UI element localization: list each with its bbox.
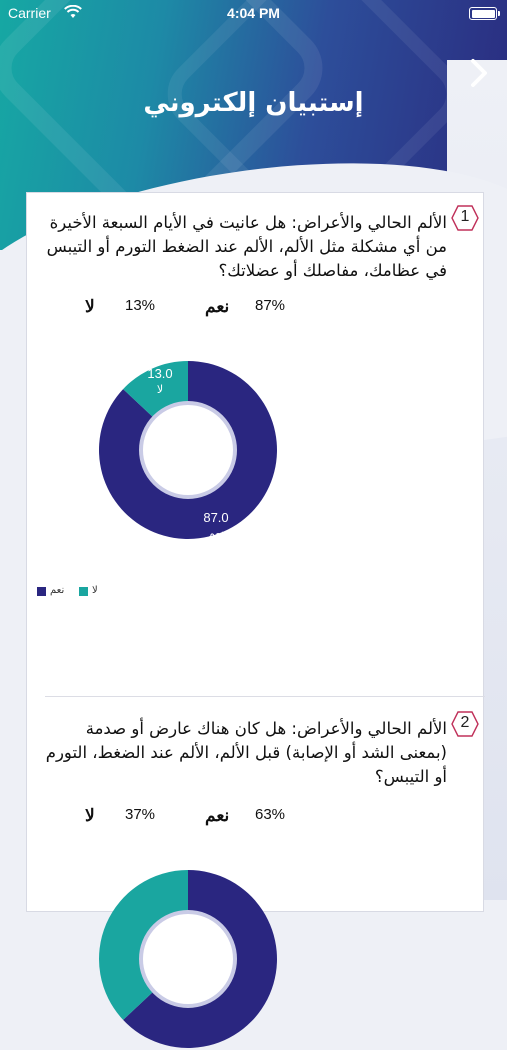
legend-swatch-no bbox=[79, 587, 88, 596]
no-percent: 13% bbox=[125, 297, 156, 314]
question-number-badge: 2 bbox=[451, 711, 479, 737]
yes-percent: 87% bbox=[255, 297, 286, 314]
survey-card: 1 الألم الحالي والأعراض: هل عانيت في الأ… bbox=[26, 192, 485, 1048]
donut-value-label: 13.0 bbox=[147, 366, 172, 381]
donut-hole bbox=[139, 910, 237, 1008]
yes-percent: 63% bbox=[255, 806, 286, 823]
status-bar: Carrier 4:04 PM bbox=[0, 0, 507, 28]
legend-label-no: لا bbox=[92, 585, 98, 596]
question-number-badge: 1 bbox=[451, 205, 479, 231]
donut-value-label: 87.0 bbox=[203, 510, 228, 525]
question-text: الألم الحالي والأعراض: هل عانيت في الأيا… bbox=[46, 213, 447, 280]
page-title: إستبيان إلكتروني bbox=[143, 88, 364, 118]
answer-stats: لا 37% نعم 63% bbox=[27, 806, 485, 830]
yes-label: نعم bbox=[205, 297, 230, 316]
battery-icon bbox=[469, 7, 500, 20]
divider bbox=[45, 696, 485, 697]
yes-label: نعم bbox=[205, 806, 230, 825]
chevron-right-icon[interactable] bbox=[469, 58, 489, 88]
answer-stats: لا 13% نعم 87% bbox=[27, 297, 485, 321]
donut-category-label: نعم bbox=[208, 527, 224, 540]
donut-chart: 87.0 نعم 13.0 لا bbox=[98, 361, 277, 540]
donut-hole bbox=[139, 401, 237, 499]
donut-chart bbox=[99, 870, 277, 1048]
no-percent: 37% bbox=[125, 806, 156, 823]
no-label: لا bbox=[85, 297, 95, 316]
legend-swatch-yes bbox=[37, 587, 46, 596]
no-label: لا bbox=[85, 806, 95, 825]
question-text: الألم الحالي والأعراض: هل كان هناك عارض … bbox=[45, 719, 447, 786]
legend-label-yes: نعم bbox=[50, 585, 65, 596]
donut-category-label: لا bbox=[157, 383, 163, 396]
clock: 4:04 PM bbox=[227, 5, 280, 21]
